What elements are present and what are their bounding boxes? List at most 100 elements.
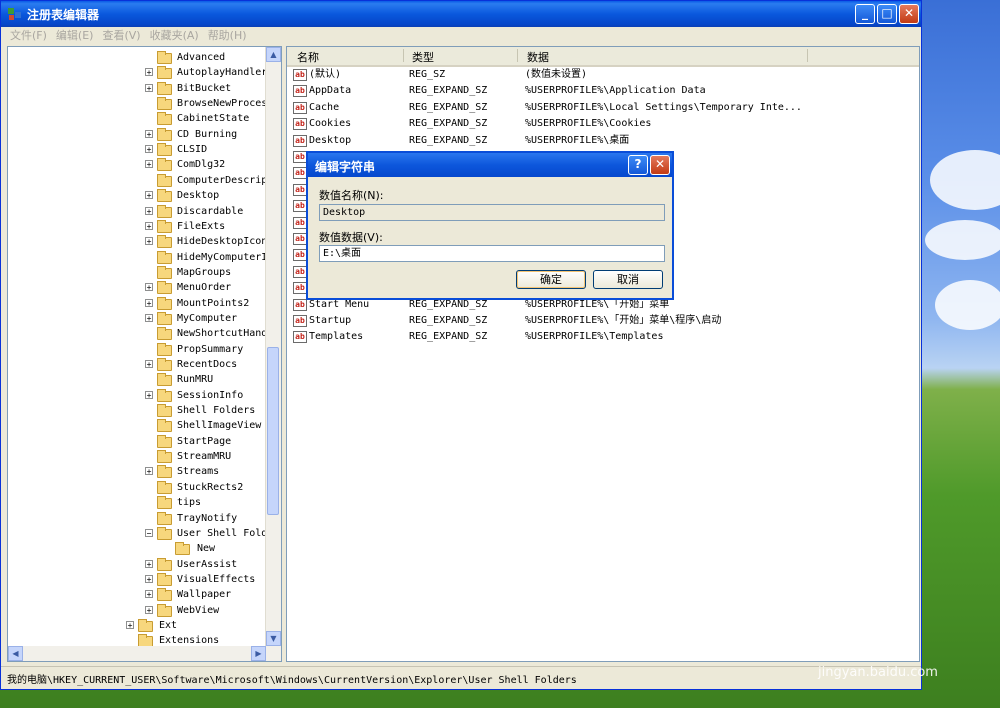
dialog-title-bar[interactable]: 编辑字符串 ? ✕	[308, 153, 672, 177]
collapse-icon[interactable]: −	[145, 529, 153, 538]
expand-icon[interactable]: +	[145, 590, 153, 599]
expand-icon[interactable]: +	[145, 575, 153, 584]
cancel-button[interactable]: 取消	[593, 270, 663, 289]
tree-item[interactable]: + MountPoints2	[8, 296, 266, 311]
tree-item[interactable]: + BitBucket	[8, 81, 266, 96]
tree-item[interactable]: + AutoplayHandler	[8, 65, 267, 80]
tree-item[interactable]: PropSummary	[8, 342, 266, 357]
value-row[interactable]: ab AppData REG_EXPAND_SZ %USERPROFILE%\Appl…	[287, 83, 917, 99]
value-row[interactable]: ab Desktop REG_EXPAND_SZ %USERPROFILE%\桌面	[287, 133, 917, 149]
scroll-up-button[interactable]: ▲	[266, 47, 281, 62]
string-value-icon: ab	[293, 69, 307, 81]
value-row[interactable]: ab Cache REG_EXPAND_SZ %USERPROFILE%\Local …	[287, 100, 917, 116]
maximize-button[interactable]: □	[877, 4, 897, 24]
tree-item[interactable]: + RecentDocs	[8, 357, 266, 372]
value-row[interactable]: ab Cookies REG_EXPAND_SZ %USERPROFILE%\Cook…	[287, 116, 917, 132]
value-row[interactable]: ab (默认) REG_SZ (数值未设置)	[287, 67, 917, 83]
tree-item[interactable]: + UserAssist	[8, 557, 266, 572]
expand-icon[interactable]: +	[145, 160, 153, 169]
menu-help[interactable]: 帮助(H)	[208, 27, 247, 45]
tree-item[interactable]: StartPage	[8, 434, 266, 449]
scroll-left-button[interactable]: ◀	[8, 646, 23, 661]
tree-item[interactable]: BrowseNewProces	[8, 96, 267, 111]
tree-item[interactable]: ShellImageView	[8, 418, 266, 433]
tree-item[interactable]: New	[8, 541, 266, 556]
tree-item[interactable]: + Wallpaper	[8, 587, 266, 602]
scroll-thumb[interactable]	[267, 347, 279, 515]
tree-item[interactable]: NewShortcutHand	[8, 326, 267, 341]
expand-icon[interactable]: +	[145, 130, 153, 139]
dialog-close-button[interactable]: ✕	[650, 155, 670, 175]
tree-item[interactable]: + Desktop	[8, 188, 266, 203]
tree-item[interactable]: TrayNotify	[8, 511, 266, 526]
ok-button[interactable]: 确定	[516, 270, 586, 289]
tree-item-label: RecentDocs	[177, 359, 238, 370]
tree-item[interactable]: Advanced	[8, 50, 266, 65]
menu-edit[interactable]: 编辑(E)	[56, 27, 94, 45]
column-divider[interactable]	[403, 49, 404, 62]
tree-item[interactable]: + VisualEffects	[8, 572, 266, 587]
help-button[interactable]: ?	[628, 155, 648, 175]
expand-icon[interactable]: +	[145, 68, 153, 77]
tree-item[interactable]: tips	[8, 495, 266, 510]
tree-item[interactable]: + SessionInfo	[8, 388, 266, 403]
tree-item[interactable]: + MenuOrder	[8, 280, 266, 295]
tree-horizontal-scrollbar[interactable]: ◀ ▶	[8, 646, 281, 661]
expand-icon[interactable]: +	[145, 391, 153, 400]
tree-item[interactable]: Shell Folders	[8, 403, 266, 418]
tree-item[interactable]: StreamMRU	[8, 449, 266, 464]
tree-item[interactable]: + MyComputer	[8, 311, 266, 326]
tree-item[interactable]: + HideDesktopIcon	[8, 234, 267, 249]
expand-icon[interactable]: +	[145, 467, 153, 476]
expand-icon[interactable]: +	[145, 222, 153, 231]
tree-item-label: tips	[177, 497, 202, 508]
menu-favorites[interactable]: 收藏夹(A)	[150, 27, 199, 45]
tree-item[interactable]: CabinetState	[8, 111, 266, 126]
expand-icon[interactable]: +	[145, 145, 153, 154]
tree-item[interactable]: + WebView	[8, 603, 266, 618]
expand-icon[interactable]: +	[145, 283, 153, 292]
expand-icon[interactable]: +	[145, 360, 153, 369]
value-data-input[interactable]: E:\桌面	[319, 245, 665, 262]
tree-item[interactable]: + CLSID	[8, 142, 266, 157]
values-list-pane[interactable]: 名称 类型 数据 ab (默认) REG_SZ (数值未设置) ab AppData REG…	[286, 46, 920, 662]
expand-icon[interactable]: +	[145, 207, 153, 216]
tree-item[interactable]: RunMRU	[8, 372, 266, 387]
tree-item[interactable]: StuckRects2	[8, 480, 266, 495]
expand-icon[interactable]: +	[145, 84, 153, 93]
tree-item[interactable]: + Ext	[8, 618, 266, 633]
column-header-name[interactable]: 名称	[297, 49, 319, 65]
title-bar[interactable]: 注册表编辑器 _ □ ✕	[1, 1, 921, 27]
tree-item[interactable]: HideMyComputerI	[8, 250, 267, 265]
expand-icon[interactable]: +	[145, 299, 153, 308]
tree-item[interactable]: + FileExts	[8, 219, 266, 234]
value-row[interactable]: ab Templates REG_EXPAND_SZ %USERPROFILE%\Te…	[287, 329, 917, 345]
value-row[interactable]: ab Startup REG_EXPAND_SZ %USERPROFILE%\「开始」…	[287, 313, 917, 329]
value-name: AppData	[309, 85, 352, 96]
expand-icon[interactable]: +	[145, 560, 153, 569]
tree-item[interactable]: MapGroups	[8, 265, 266, 280]
column-header-data[interactable]: 数据	[527, 49, 549, 65]
tree-item[interactable]: + Streams	[8, 464, 266, 479]
close-button[interactable]: ✕	[899, 4, 919, 24]
tree-vertical-scrollbar[interactable]: ▲ ▼	[265, 47, 281, 646]
tree-item[interactable]: + ComDlg32	[8, 157, 266, 172]
expand-icon[interactable]: +	[145, 314, 153, 323]
expand-icon[interactable]: +	[145, 191, 153, 200]
column-divider[interactable]	[807, 49, 808, 62]
column-divider[interactable]	[517, 49, 518, 62]
minimize-button[interactable]: _	[855, 4, 875, 24]
registry-tree-pane[interactable]: Advanced + AutoplayHandler + BitBucket Browse…	[7, 46, 282, 662]
tree-item[interactable]: + Discardable	[8, 204, 266, 219]
expand-icon[interactable]: +	[145, 237, 153, 246]
scroll-right-button[interactable]: ▶	[251, 646, 266, 661]
menu-file[interactable]: 文件(F)	[10, 27, 47, 45]
expand-icon[interactable]: +	[145, 606, 153, 615]
expand-icon[interactable]: +	[126, 621, 134, 630]
scroll-down-button[interactable]: ▼	[266, 631, 281, 646]
tree-item[interactable]: + CD Burning	[8, 127, 266, 142]
column-header-type[interactable]: 类型	[412, 49, 434, 65]
tree-item[interactable]: − User Shell Fold	[8, 526, 267, 541]
menu-view[interactable]: 查看(V)	[102, 27, 140, 45]
tree-item[interactable]: ComputerDescrip	[8, 173, 267, 188]
